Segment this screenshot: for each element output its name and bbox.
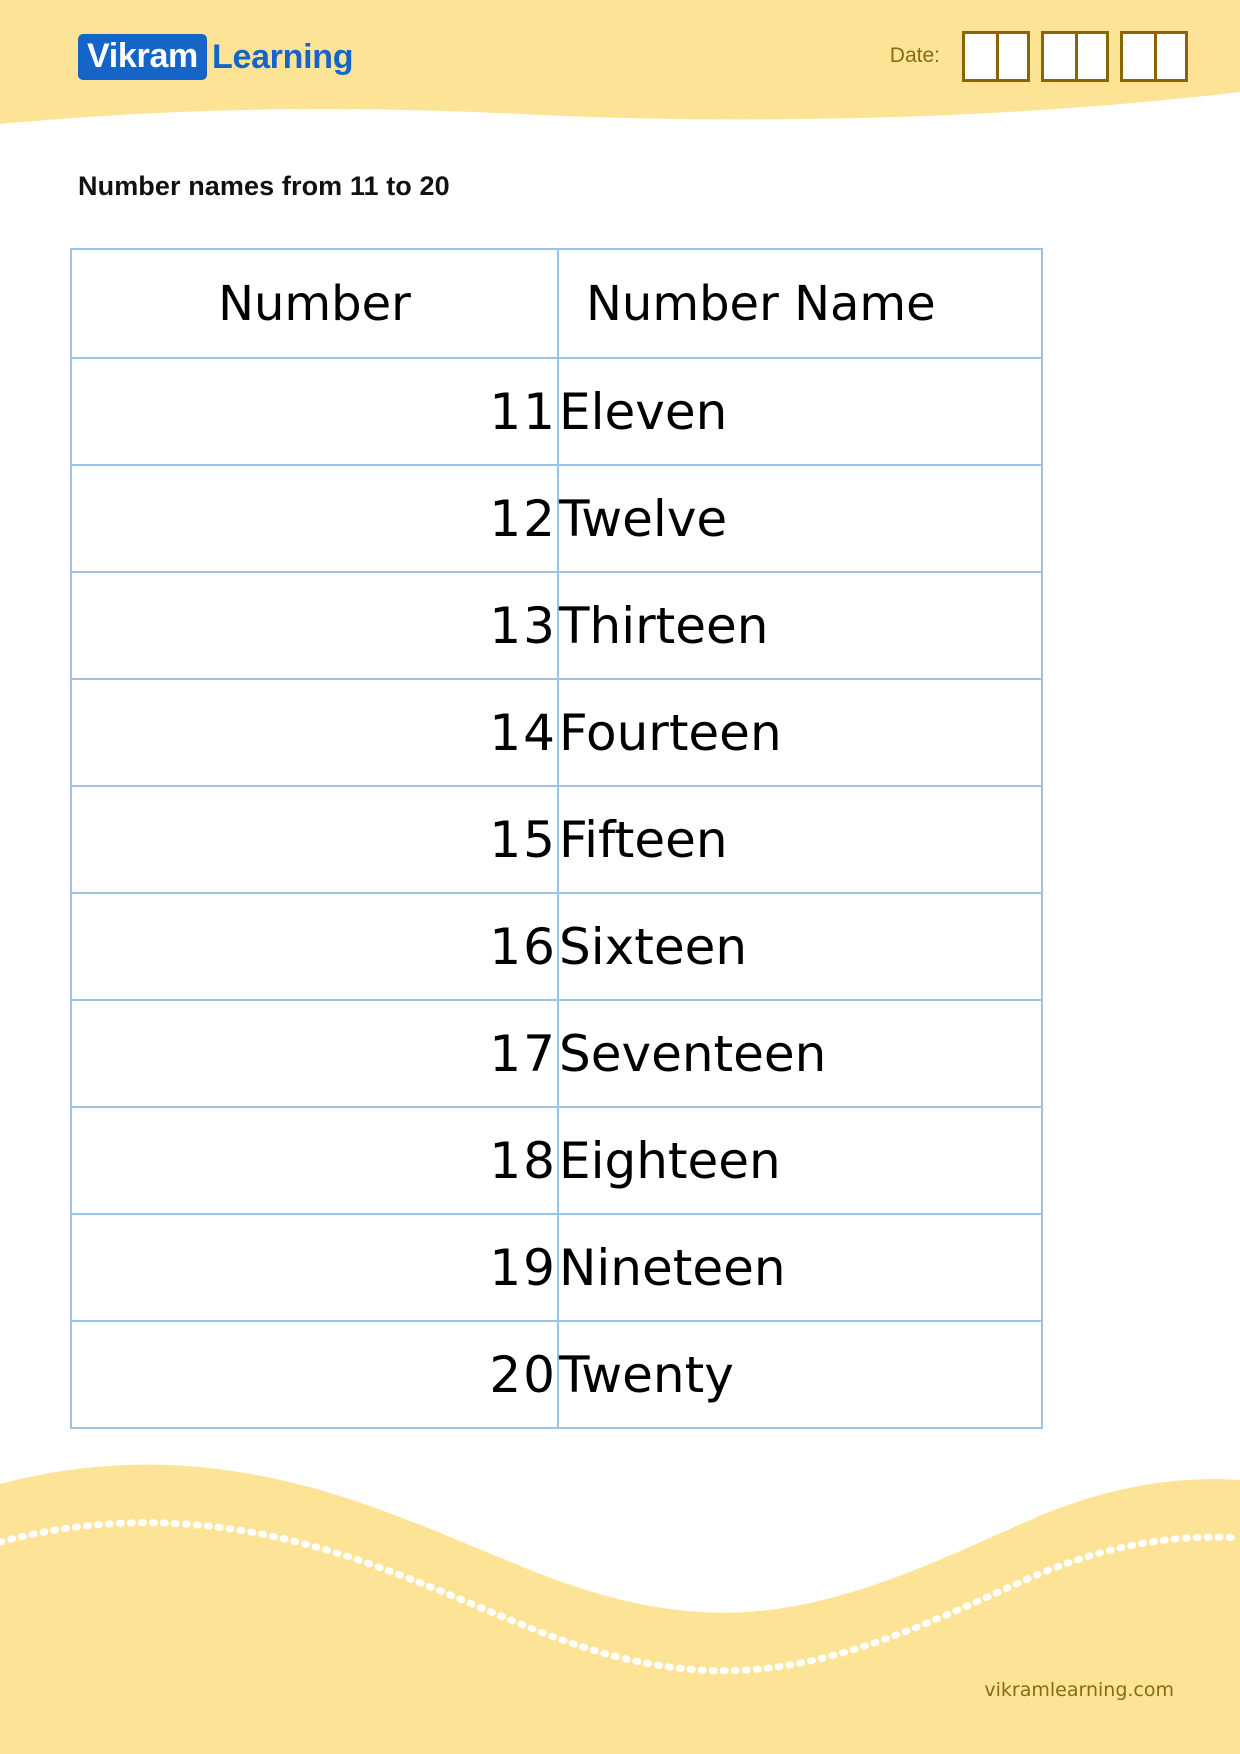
table-row: 11 Eleven	[70, 357, 1043, 466]
cell-number: 20	[70, 1320, 559, 1429]
table-body: 11 Eleven 12 Twelve 13 Thirteen 14 Fourt…	[70, 357, 1043, 1429]
cell-number-name: Eleven	[557, 357, 1043, 466]
cell-number-name: Seventeen	[557, 999, 1043, 1108]
table-row: 12 Twelve	[70, 464, 1043, 573]
table-row: 20 Twenty	[70, 1320, 1043, 1429]
logo-mark-text: Vikram	[78, 34, 207, 80]
cell-number: 19	[70, 1213, 559, 1322]
cell-number-name: Eighteen	[557, 1106, 1043, 1215]
table-row: 19 Nineteen	[70, 1213, 1043, 1322]
page-footer: vikramlearning.com	[0, 1424, 1240, 1754]
cell-number-name: Fifteen	[557, 785, 1043, 894]
table-header-row: Number Number Name	[70, 248, 1043, 359]
number-names-table: Number Number Name 11 Eleven 12 Twelve 1…	[70, 248, 1043, 1429]
cell-number-name: Twelve	[557, 464, 1043, 573]
date-input-box[interactable]	[965, 33, 996, 79]
cell-number-name: Twenty	[557, 1320, 1043, 1429]
date-group-year	[1120, 30, 1188, 82]
cell-number-name: Thirteen	[557, 571, 1043, 680]
page-header: Vikram Learning Date:	[0, 0, 1240, 140]
date-input-box[interactable]	[1075, 33, 1106, 79]
date-group-month	[1041, 30, 1109, 82]
footer-wave-decoration	[0, 1464, 1240, 1754]
table-row: 17 Seventeen	[70, 999, 1043, 1108]
table-row: 16 Sixteen	[70, 892, 1043, 1001]
date-label: Date:	[889, 44, 940, 67]
cell-number-name: Sixteen	[557, 892, 1043, 1001]
number-names-table-container: Number Number Name 11 Eleven 12 Twelve 1…	[70, 248, 1043, 1429]
date-input-box[interactable]	[1123, 33, 1154, 79]
column-header-number: Number	[70, 248, 559, 359]
table-row: 13 Thirteen	[70, 571, 1043, 680]
cell-number: 14	[70, 678, 559, 787]
date-input-box[interactable]	[996, 33, 1027, 79]
brand-logo: Vikram Learning	[78, 34, 353, 80]
cell-number: 13	[70, 571, 559, 680]
cell-number-name: Nineteen	[557, 1213, 1043, 1322]
table-row: 15 Fifteen	[70, 785, 1043, 894]
cell-number: 16	[70, 892, 559, 1001]
date-group-day	[962, 30, 1030, 82]
cell-number: 12	[70, 464, 559, 573]
cell-number: 18	[70, 1106, 559, 1215]
worksheet-title: Number names from 11 to 20	[78, 171, 450, 201]
table-row: 14 Fourteen	[70, 678, 1043, 787]
date-input-box[interactable]	[1154, 33, 1185, 79]
footer-website-url: vikramlearning.com	[984, 1679, 1174, 1701]
date-box-groups	[962, 30, 1188, 82]
table-row: 18 Eighteen	[70, 1106, 1043, 1215]
column-header-number-name: Number Name	[557, 248, 1043, 359]
date-input-box[interactable]	[1044, 33, 1075, 79]
cell-number: 17	[70, 999, 559, 1108]
cell-number: 15	[70, 785, 559, 894]
cell-number: 11	[70, 357, 559, 466]
date-field: Date:	[889, 30, 1188, 82]
logo-word-text: Learning	[212, 38, 354, 76]
cell-number-name: Fourteen	[557, 678, 1043, 787]
